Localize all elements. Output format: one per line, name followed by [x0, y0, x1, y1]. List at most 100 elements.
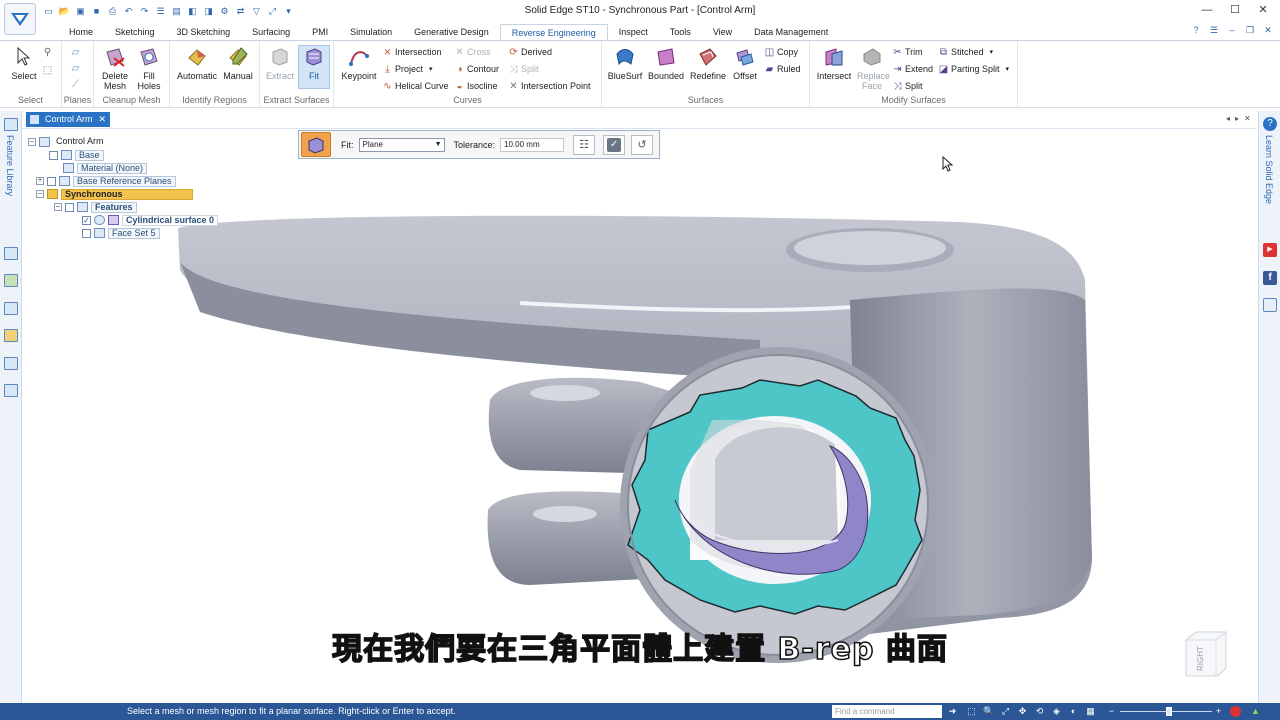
tree-material[interactable]: Material (None) — [63, 162, 148, 174]
zoom-area-icon[interactable]: ⬚ — [966, 706, 977, 717]
project-button[interactable]: ⤓ Project ▾ — [382, 62, 432, 76]
help-icon[interactable]: ? — [1190, 24, 1202, 36]
maximize-button[interactable]: ☐ — [1224, 2, 1246, 18]
fit-button[interactable]: Fit — [299, 45, 329, 81]
tab-prev-icon[interactable]: ◂ — [1226, 114, 1230, 123]
views-icon[interactable]: ◈ — [1051, 706, 1062, 717]
feature-library-tab[interactable]: Feature Library — [5, 135, 15, 196]
doc-close-icon[interactable]: ✕ — [1262, 24, 1274, 36]
tab-next-icon[interactable]: ▸ — [1235, 114, 1239, 123]
upload-icon[interactable]: ▲ — [1250, 706, 1261, 717]
undo-icon[interactable]: ↶ — [122, 5, 135, 18]
tab-pmi[interactable]: PMI — [301, 24, 339, 40]
isocline-button[interactable]: ◒ Isocline — [454, 79, 497, 93]
tree-ref-planes[interactable]: + Base Reference Planes — [36, 175, 176, 187]
zoom-icon[interactable]: 🔍 — [983, 706, 994, 717]
derived-button[interactable]: ⟳ Derived — [508, 45, 552, 59]
close-doc-tab-icon[interactable]: ✕ — [99, 112, 107, 127]
redo-icon[interactable]: ↷ — [138, 5, 151, 18]
tree-face-set[interactable]: Face Set 5 — [82, 227, 160, 239]
parting-split-button[interactable]: ◪ Parting Split ▾ — [938, 62, 1009, 76]
facebook-icon[interactable]: f — [1263, 271, 1277, 285]
minimize-button[interactable]: — — [1196, 2, 1218, 18]
offset-button[interactable]: Offset — [729, 45, 761, 81]
tree-base[interactable]: Base — [49, 149, 104, 161]
accept-button[interactable]: ✓ — [603, 134, 626, 155]
open-folder-icon[interactable]: ▣ — [74, 5, 87, 18]
properties-icon[interactable]: ☰ — [154, 5, 167, 18]
intersect-button[interactable]: Intersect — [814, 45, 854, 81]
options-button[interactable]: ☷ — [573, 134, 596, 155]
helical-curve-button[interactable]: ∿ Helical Curve — [382, 79, 448, 93]
zoom-in-icon[interactable]: + — [1213, 706, 1224, 717]
tree-root[interactable]: – Control Arm — [28, 136, 107, 148]
new-file-icon[interactable]: ▭ — [42, 5, 55, 18]
fit-command-icon[interactable] — [301, 132, 331, 157]
learn-solid-edge-tab[interactable]: Learn Solid Edge — [1264, 135, 1274, 204]
tab-data-management[interactable]: Data Management — [743, 24, 839, 40]
save-icon[interactable]: ■ — [90, 5, 103, 18]
tab-view[interactable]: View — [702, 24, 743, 40]
view-cube[interactable]: RIGHT — [1182, 630, 1228, 678]
pathfinder-icon[interactable] — [4, 247, 18, 260]
filter-icon[interactable]: ▽ — [250, 5, 263, 18]
delete-mesh-button[interactable]: Delete Mesh — [99, 45, 131, 91]
tab-sketching[interactable]: Sketching — [104, 24, 166, 40]
assembly-icon[interactable]: ⚙ — [218, 5, 231, 18]
select-button[interactable]: Select — [6, 45, 42, 81]
rotate-icon[interactable]: ⟲ — [1034, 706, 1045, 717]
extend-button[interactable]: ⇥ Extend — [892, 62, 933, 76]
tab-inspect[interactable]: Inspect — [608, 24, 659, 40]
contour-button[interactable]: ◑ Contour — [454, 62, 499, 76]
expand-toggle[interactable]: + — [36, 177, 44, 185]
automatic-button[interactable]: Automatic — [174, 45, 220, 81]
zoom-slider-thumb[interactable] — [1166, 707, 1172, 716]
box-icon[interactable]: ◨ — [202, 5, 215, 18]
doc-restore-icon[interactable]: ❐ — [1244, 24, 1256, 36]
sensors-icon[interactable] — [4, 302, 18, 315]
tab-simulation[interactable]: Simulation — [339, 24, 403, 40]
application-button[interactable] — [4, 3, 36, 35]
color-manager-icon[interactable] — [4, 329, 18, 342]
plane-icon[interactable]: ▱ — [70, 45, 81, 59]
bounded-button[interactable]: Bounded — [645, 45, 687, 81]
family-members-icon[interactable] — [4, 357, 18, 370]
zoom-out-icon[interactable]: − — [1106, 706, 1117, 717]
face-set-checkbox[interactable] — [82, 228, 91, 238]
sync-icon[interactable]: ⇄ — [234, 5, 247, 18]
fit-view-icon[interactable]: ⤢ — [1000, 706, 1011, 717]
replace-face-button[interactable]: Replace Face — [854, 45, 890, 91]
reset-button[interactable]: ↺ — [631, 134, 654, 155]
layers-icon[interactable]: ▤ — [170, 5, 183, 18]
youtube-icon[interactable]: ▶ — [1263, 243, 1277, 257]
pan-icon[interactable]: ✥ — [1017, 706, 1028, 717]
record-icon[interactable] — [1230, 706, 1241, 717]
community-icon[interactable] — [1263, 298, 1277, 312]
tab-reverse-engineering[interactable]: Reverse Engineering — [499, 24, 608, 41]
split-curve-button[interactable]: ⤨ Split — [508, 62, 539, 76]
copy-surface-button[interactable]: ◫ Copy — [764, 45, 798, 59]
feature-library-icon[interactable] — [4, 118, 18, 131]
split-surface-button[interactable]: ⤨ Split — [892, 79, 923, 93]
tab-close-all-icon[interactable]: ✕ — [1244, 114, 1251, 123]
stitched-button[interactable]: ⧉ Stitched ▾ — [938, 45, 993, 59]
redefine-button[interactable]: Redefine — [688, 45, 728, 81]
find-go-icon[interactable]: ➜ — [947, 706, 958, 717]
plane-offset-icon[interactable]: ▱ — [70, 61, 81, 75]
tree-synchronous[interactable]: – Synchronous — [36, 188, 193, 200]
settings-icon[interactable]: ☰ — [1208, 24, 1220, 36]
fill-holes-button[interactable]: Fill Holes — [134, 45, 164, 91]
layers-panel-icon[interactable] — [4, 274, 18, 287]
intersection-point-button[interactable]: ✕ Intersection Point — [508, 79, 590, 93]
select-filter-icon[interactable]: ⚲ — [42, 45, 53, 59]
select-box-icon[interactable]: ⬚ — [42, 63, 53, 77]
ruled-surface-button[interactable]: ▰ Ruled — [764, 62, 801, 76]
ref-planes-checkbox[interactable] — [47, 176, 56, 186]
features-checkbox[interactable] — [65, 202, 74, 212]
cyl-surface-checkbox[interactable]: ✓ — [82, 215, 91, 225]
base-checkbox[interactable] — [49, 150, 58, 160]
manual-button[interactable]: Manual — [220, 45, 256, 81]
tolerance-input[interactable]: 10.00 mm — [500, 137, 565, 152]
tree-cylindrical-surface[interactable]: ✓ Cylindrical surface 0 — [82, 214, 219, 226]
open-file-icon[interactable]: 📂 — [58, 5, 71, 18]
